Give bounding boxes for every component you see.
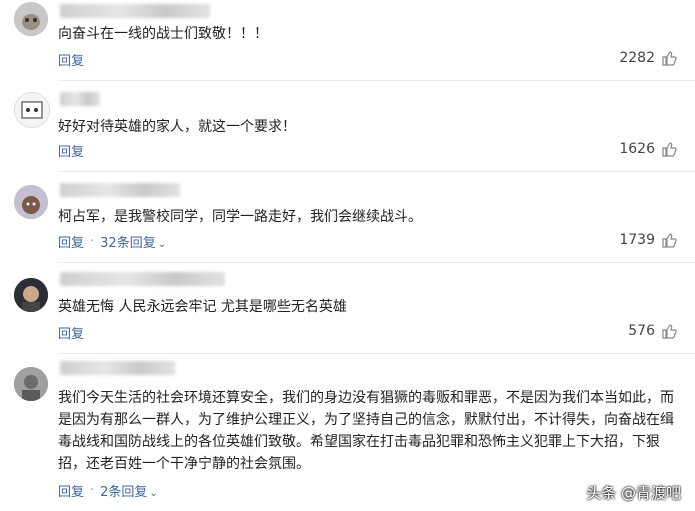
replies-toggle[interactable]: 2条回复 ⌄ bbox=[100, 481, 158, 500]
like-count: 1739 bbox=[619, 232, 655, 248]
like-button[interactable]: 2282 bbox=[619, 50, 677, 66]
comment-actions: 回复 · 32条回复 ⌄ bbox=[58, 232, 166, 251]
reply-button[interactable]: 回复 bbox=[58, 50, 84, 69]
reply-button[interactable]: 回复 bbox=[58, 323, 84, 342]
replies-count: 32条回复 bbox=[100, 236, 156, 251]
thumb-up-icon bbox=[662, 51, 677, 66]
like-count: 2282 bbox=[619, 50, 655, 66]
comment-text: 英雄无悔 人民永远会牢记 尤其是哪些无名英雄 bbox=[58, 299, 347, 315]
divider bbox=[58, 80, 695, 81]
comment-actions: 回复 bbox=[58, 50, 84, 69]
username-blurred[interactable] bbox=[60, 272, 225, 286]
like-button[interactable]: 1626 bbox=[619, 141, 677, 157]
username-blurred[interactable] bbox=[60, 4, 210, 18]
comment-text: 我们今天生活的社会环境还算安全，我们的身边没有猖獗的毒贩和罪恶，不是因为我们本当… bbox=[58, 390, 674, 472]
watermark: 头条 @青渡吧 bbox=[586, 482, 681, 503]
avatar[interactable] bbox=[14, 2, 48, 36]
thumb-up-icon bbox=[662, 324, 677, 339]
avatar[interactable] bbox=[14, 278, 48, 312]
like-count: 576 bbox=[628, 323, 655, 339]
like-button[interactable]: 1739 bbox=[619, 232, 677, 248]
comment-text: 好好对待英雄的家人，就这一个要求！ bbox=[58, 119, 296, 135]
reply-button[interactable]: 回复 bbox=[58, 481, 84, 500]
like-count: 1626 bbox=[619, 141, 655, 157]
divider bbox=[58, 262, 695, 263]
username-blurred[interactable] bbox=[60, 92, 100, 106]
username-blurred[interactable] bbox=[60, 361, 175, 375]
username-blurred[interactable] bbox=[60, 183, 180, 197]
divider bbox=[58, 171, 695, 172]
reply-button[interactable]: 回复 bbox=[58, 141, 84, 160]
separator-dot: · bbox=[90, 483, 95, 498]
comment-actions: 回复 bbox=[58, 141, 84, 160]
avatar[interactable] bbox=[14, 367, 48, 401]
watermark-text: 头条 @青渡吧 bbox=[586, 484, 681, 502]
separator-dot: · bbox=[90, 234, 95, 249]
replies-count: 2条回复 bbox=[100, 485, 148, 500]
comment-actions: 回复 bbox=[58, 323, 84, 342]
thumb-up-icon bbox=[662, 233, 677, 248]
replies-toggle[interactable]: 32条回复 ⌄ bbox=[100, 232, 166, 251]
chevron-down-icon: ⌄ bbox=[149, 488, 158, 499]
divider bbox=[58, 353, 695, 354]
like-button[interactable]: 576 bbox=[628, 323, 677, 339]
thumb-up-icon bbox=[662, 142, 677, 157]
avatar[interactable] bbox=[14, 92, 50, 128]
chevron-down-icon: ⌄ bbox=[157, 239, 167, 250]
avatar[interactable] bbox=[14, 185, 48, 219]
reply-button[interactable]: 回复 bbox=[58, 232, 84, 251]
comment-actions: 回复 · 2条回复 ⌄ bbox=[58, 481, 158, 500]
comment-text: 向奋斗在一线的战士们致敬！！！ bbox=[58, 26, 268, 42]
comment-text: 柯占军，是我警校同学，同学一路走好，我们会继续战斗。 bbox=[58, 209, 422, 225]
